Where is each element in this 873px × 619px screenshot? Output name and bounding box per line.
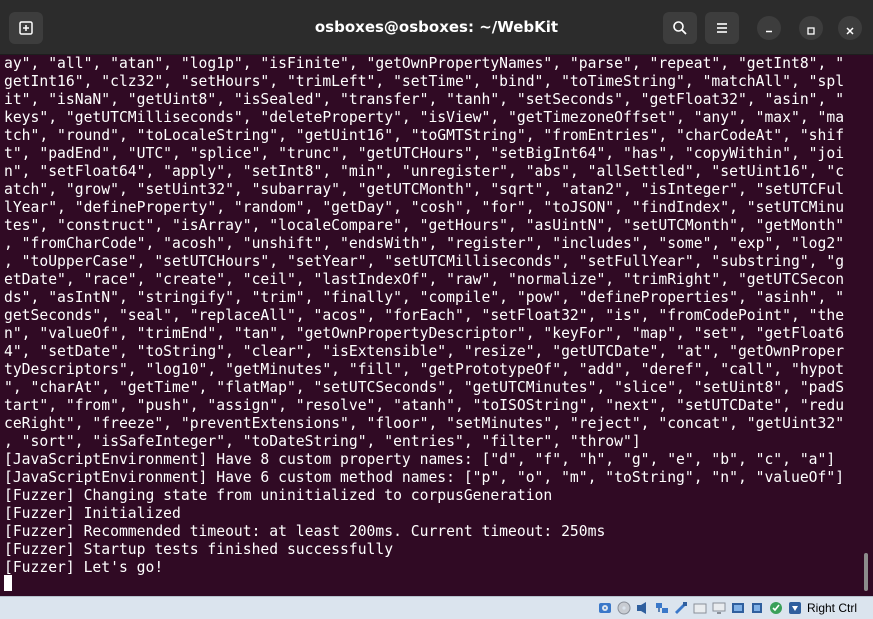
terminal-line: getInt16", "clz32", "setHours", "trimLef… [4,73,845,90]
terminal-line: tyDescriptors", "log10", "getMinutes", "… [4,361,845,378]
maximize-button[interactable] [799,16,823,40]
minimize-icon [763,22,775,34]
audio-icon[interactable] [636,600,650,614]
host-key-label: Right Ctrl [807,601,858,615]
terminal-cursor [4,575,12,591]
terminal-line: n", "valueOf", "trimEnd", "tan", "getOwn… [4,325,845,342]
terminal-line: n", "setFloat64", "apply", "setInt8", "m… [4,163,845,180]
hamburger-menu-icon [714,20,730,36]
usb-icon[interactable] [674,600,688,614]
terminal-line: [Fuzzer] Startup tests finished successf… [4,541,394,558]
terminal-line: ceRight", "freeze", "preventExtensions",… [4,415,845,432]
window-titlebar: osboxes@osboxes: ~/WebKit [0,0,873,55]
network-icon[interactable] [655,600,669,614]
terminal-line: t", "padEnd", "UTC", "splice", "trunc", … [4,145,845,162]
terminal-line: [Fuzzer] Recommended timeout: at least 2… [4,523,606,540]
terminal-line: tes", "construct", "isArray", "localeCom… [4,217,845,234]
terminal-line: 4", "setDate", "toString", "clear", "isE… [4,343,845,360]
terminal-line: [JavaScriptEnvironment] Have 6 custom me… [4,469,845,486]
video-capture-icon[interactable] [731,600,745,614]
terminal-line: ay", "all", "atan", "log1p", "isFinite",… [4,55,845,72]
terminal-line: [Fuzzer] Initialized [4,505,181,522]
cpu-icon[interactable] [750,600,764,614]
terminal-line: , "sort", "isSafeInteger", "toDateString… [4,433,641,450]
terminal-line: it", "isNaN", "getUint8", "isSealed", "t… [4,91,845,108]
close-icon [844,22,856,35]
menu-button[interactable] [705,12,739,44]
vm-statusbar: Right Ctrl [0,596,873,619]
hard-disk-icon[interactable] [598,600,612,614]
display-icon[interactable] [712,600,726,614]
terminal-line: ", "charAt", "getTime", "flatMap", "setU… [4,379,845,396]
maximize-icon [805,22,817,35]
terminal-line: etDate", "race", "create", "ceil", "last… [4,271,845,288]
terminal-line: ds", "asIntN", "stringify", "trim", "fin… [4,289,845,306]
terminal-line: lYear", "defineProperty", "random", "get… [4,199,845,216]
guest-additions-icon[interactable] [769,600,783,614]
keyboard-capture-icon[interactable] [788,600,802,614]
terminal-line: getSeconds", "seal", "replaceAll", "acos… [4,307,845,324]
window-title: osboxes@osboxes: ~/WebKit [314,18,559,36]
terminal-output[interactable]: ay", "all", "atan", "log1p", "isFinite",… [0,55,858,595]
minimize-button[interactable] [757,16,781,40]
terminal-line: , "toUpperCase", "setUTCHours", "setYear… [4,253,845,270]
terminal-line: tart", "from", "push", "assign", "resolv… [4,397,845,414]
terminal-line: [Fuzzer] Changing state from uninitializ… [4,487,553,504]
terminal-line: , "fromCharCode", "acosh", "unshift", "e… [4,235,845,252]
terminal-line: atch", "grow", "setUint32", "subarray", … [4,181,845,198]
optical-disc-icon[interactable] [617,600,631,615]
shared-folders-icon[interactable] [693,600,707,614]
terminal-scrollbar-thumb[interactable] [864,553,868,591]
terminal-line: [Fuzzer] Let's go! [4,559,164,576]
search-icon [672,20,688,36]
terminal-line: [JavaScriptEnvironment] Have 8 custom pr… [4,451,836,468]
terminal-line: keys", "getUTCMilliseconds", "deleteProp… [4,109,845,126]
close-button[interactable] [838,16,862,40]
search-button[interactable] [663,12,697,44]
terminal-line: tch", "round", "toLocaleString", "getUin… [4,127,845,144]
